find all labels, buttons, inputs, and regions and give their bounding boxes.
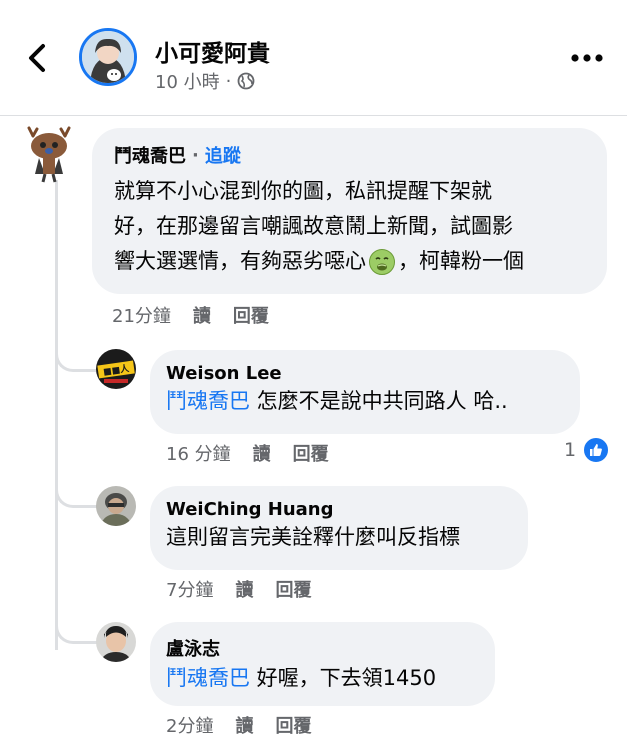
reply-author[interactable]: 盧泳志 <box>166 635 479 661</box>
reply-text-body: 好喔，下去領1450 <box>250 666 437 690</box>
comment-text-line: 就算不小心混到你的圖，私訊提醒下架就 <box>114 179 492 203</box>
avatar-image <box>96 622 136 662</box>
post-header: 小可愛阿貴 10 小時 · <box>0 0 627 116</box>
reply-actions: 2分鐘 讀 回覆 <box>166 712 311 738</box>
reply-avatar[interactable] <box>96 486 136 526</box>
reply-author[interactable]: Weison Lee <box>166 363 564 384</box>
page-name[interactable]: 小可愛阿貴 <box>155 34 270 68</box>
reply-actions: 7分鐘 讀 回覆 <box>166 576 311 602</box>
post-time[interactable]: 10 小時 <box>155 68 220 94</box>
reply-button[interactable]: 回覆 <box>233 302 269 328</box>
reaction-summary[interactable]: 1 <box>564 436 611 464</box>
reply-actions: 16 分鐘 讀 回覆 <box>166 440 329 466</box>
reply-text-body: 怎麼不是說中共同路人 哈.. <box>250 389 508 413</box>
reaction-count: 1 <box>564 439 577 461</box>
thread-connector <box>55 488 97 508</box>
reply-time[interactable]: 2分鐘 <box>166 712 213 738</box>
avatar-image: ■■人 <box>96 349 136 389</box>
avatar-image <box>82 31 134 83</box>
thread-connector <box>55 352 97 372</box>
thread-line <box>55 180 58 650</box>
reply-text: 這則留言完美詮釋什麼叫反指標 <box>166 525 460 549</box>
comment-text-segment: 響大選選情，有夠惡劣噁心 <box>114 249 366 273</box>
reply-avatar[interactable] <box>96 622 136 662</box>
comment-text-line: 響大選選情，有夠惡劣噁心 ，柯韓粉一個 <box>114 244 585 279</box>
like-button[interactable]: 讀 <box>253 440 271 466</box>
comment-text-line: 好，在那邊留言嘲諷故意鬧上新聞，試圖影 <box>114 214 513 238</box>
reply-author[interactable]: WeiChing Huang <box>166 499 512 520</box>
like-button[interactable]: 讀 <box>235 712 253 738</box>
reply-text: 鬥魂喬巴 怎麼不是說中共同路人 哈.. <box>166 385 564 417</box>
thumbs-up-glyph <box>590 444 602 456</box>
reply-bubble[interactable]: Weison Lee 鬥魂喬巴 怎麼不是說中共同路人 哈.. <box>150 350 580 434</box>
reply-button[interactable]: 回覆 <box>275 576 311 602</box>
comment-time[interactable]: 21分鐘 <box>112 302 171 328</box>
thread-connector <box>55 624 97 644</box>
reply-time[interactable]: 7分鐘 <box>166 576 213 602</box>
post-meta: 10 小時 · <box>155 68 255 94</box>
avatar-image <box>27 126 71 183</box>
page-avatar[interactable] <box>79 28 137 86</box>
nauseated-face-icon <box>369 248 395 275</box>
like-icon <box>582 436 611 464</box>
reply-button[interactable]: 回覆 <box>275 712 311 738</box>
meta-separator: · <box>225 70 232 92</box>
avatar-image <box>96 486 136 526</box>
reply-avatar[interactable]: ■■人 <box>96 349 136 389</box>
follow-separator: · <box>192 144 199 166</box>
like-button[interactable]: 讀 <box>193 302 211 328</box>
like-button[interactable]: 讀 <box>235 576 253 602</box>
reply-button[interactable]: 回覆 <box>293 440 329 466</box>
reply-time[interactable]: 16 分鐘 <box>166 440 231 466</box>
reply-bubble[interactable]: 盧泳志 鬥魂喬巴 好喔，下去領1450 <box>150 622 495 706</box>
comment-text-segment: ，柯韓粉一個 <box>398 249 524 273</box>
chevron-left-icon[interactable] <box>26 42 48 74</box>
reply-text: 鬥魂喬巴 好喔，下去領1450 <box>166 662 479 694</box>
comment-text: 就算不小心混到你的圖，私訊提醒下架就 好，在那邊留言嘲諷故意鬧上新聞，試圖影 響… <box>114 174 585 279</box>
follow-link[interactable]: 追蹤 <box>205 142 241 168</box>
reply-bubble[interactable]: WeiChing Huang 這則留言完美詮釋什麼叫反指標 <box>150 486 528 570</box>
globe-icon <box>237 72 255 90</box>
comment-bubble[interactable]: 鬥魂喬巴 · 追蹤 就算不小心混到你的圖，私訊提醒下架就 好，在那邊留言嘲諷故意… <box>92 128 607 294</box>
more-horizontal-icon[interactable] <box>570 52 604 64</box>
commenter-avatar[interactable] <box>25 126 75 184</box>
comment-author[interactable]: 鬥魂喬巴 <box>114 142 186 168</box>
mention-link[interactable]: 鬥魂喬巴 <box>166 389 250 413</box>
mention-link[interactable]: 鬥魂喬巴 <box>166 666 250 690</box>
comment-actions: 21分鐘 讀 回覆 <box>112 302 269 328</box>
